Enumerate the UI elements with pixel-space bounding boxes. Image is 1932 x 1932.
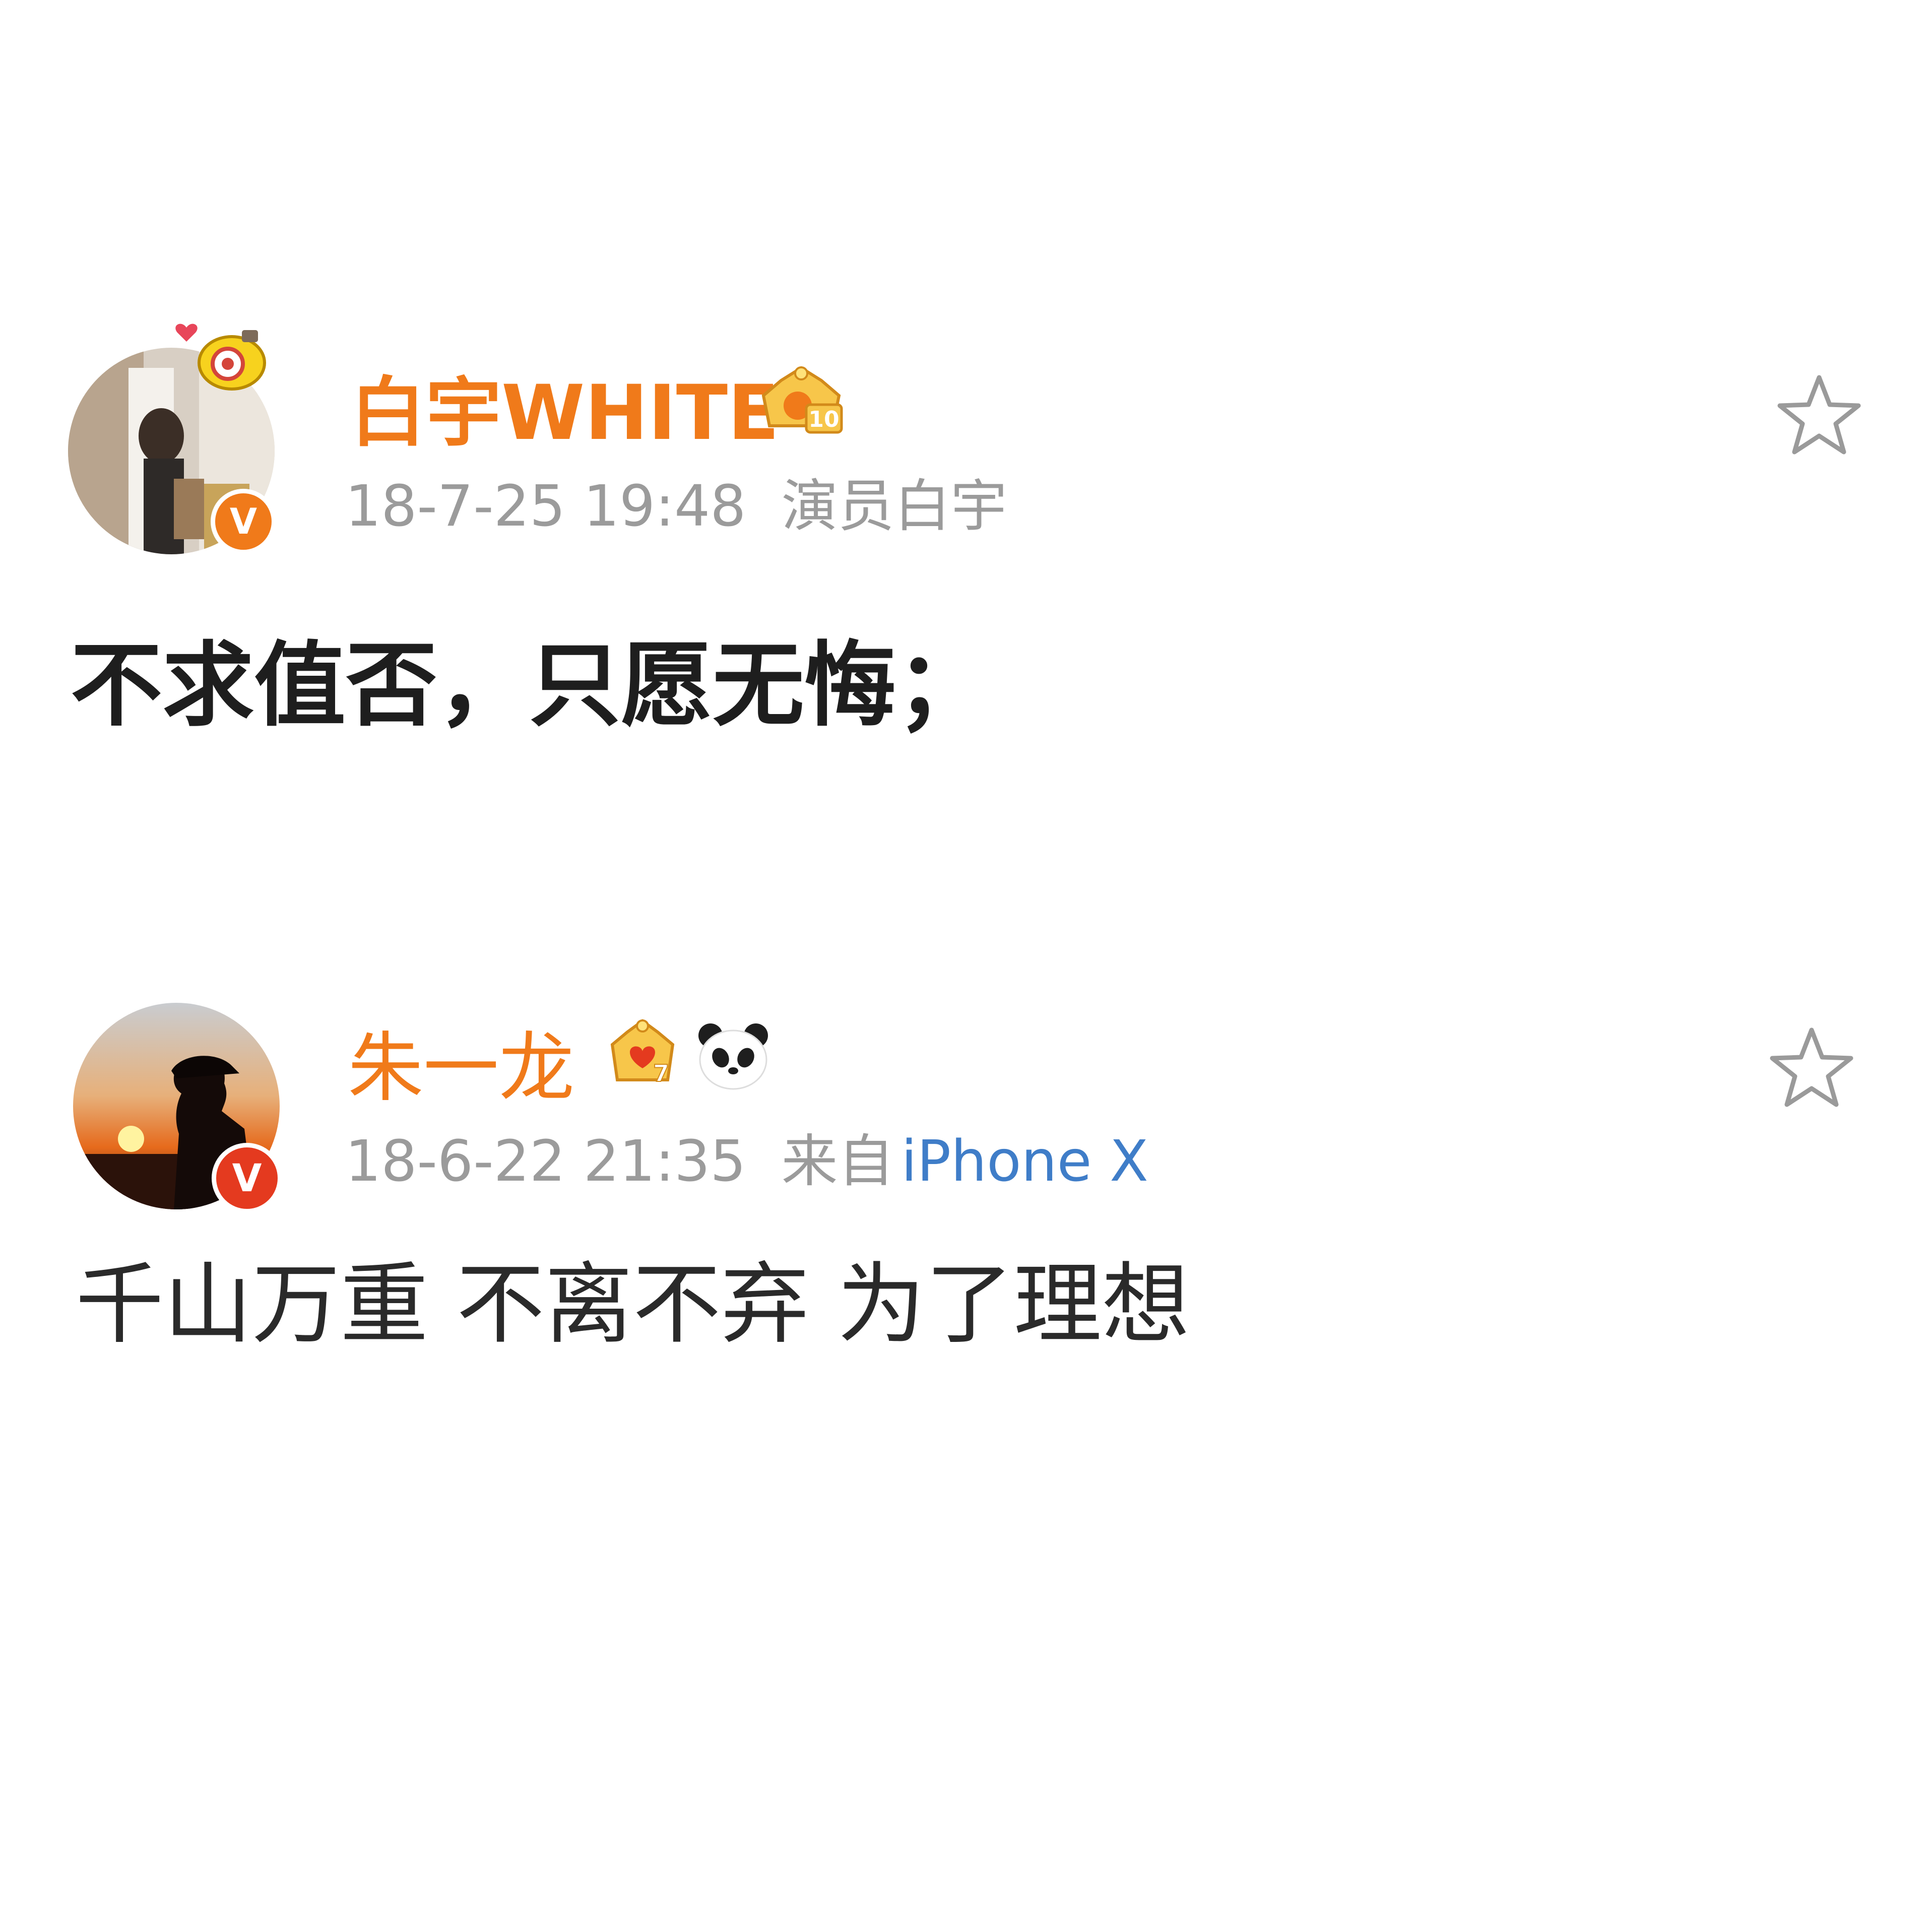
source-device-link[interactable]: iPhone X (901, 1129, 1148, 1194)
verified-badge: V (212, 1143, 282, 1213)
source-label: 演员白宇 (781, 474, 1007, 539)
post-card: V 朱一龙 7 18-6-22 21:35 来自 iPhone X 千山万重 不… (0, 973, 1932, 1602)
post-meta: 18-7-25 19:48 演员白宇 (345, 471, 1007, 542)
timestamp: 18-6-22 21:35 (345, 1129, 746, 1194)
weibo-comments-screen: V 白宇WHITE 10 18-7-25 19:48 演员白宇 不求值否，只愿无悔… (0, 0, 1932, 1932)
star-outline-icon[interactable] (1774, 370, 1864, 461)
post-body: 千山万重 不离不弃 为了理想 (76, 1254, 1190, 1356)
timestamp: 18-7-25 19:48 (345, 474, 746, 539)
star-outline-icon[interactable] (1766, 1023, 1857, 1114)
panda-icon (698, 1023, 768, 1090)
username[interactable]: 白宇WHITE (350, 368, 780, 459)
crown-level-7-icon: 7 (610, 1019, 675, 1087)
level-number: 7 (653, 1060, 669, 1087)
post-card: V 白宇WHITE 10 18-7-25 19:48 演员白宇 不求值否，只愿无悔… (0, 242, 1932, 872)
camera-pendant-icon (175, 324, 266, 391)
verified-badge: V (211, 489, 276, 554)
post-meta: 18-6-22 21:35 来自 iPhone X (345, 1126, 1148, 1197)
level-number: 10 (808, 407, 839, 432)
post-body: 不求值否，只愿无悔； (71, 632, 988, 739)
username[interactable]: 朱一龙 (348, 1023, 574, 1114)
source-label: 来自 (781, 1129, 894, 1194)
crown-level-10-icon: 10 (761, 366, 843, 434)
